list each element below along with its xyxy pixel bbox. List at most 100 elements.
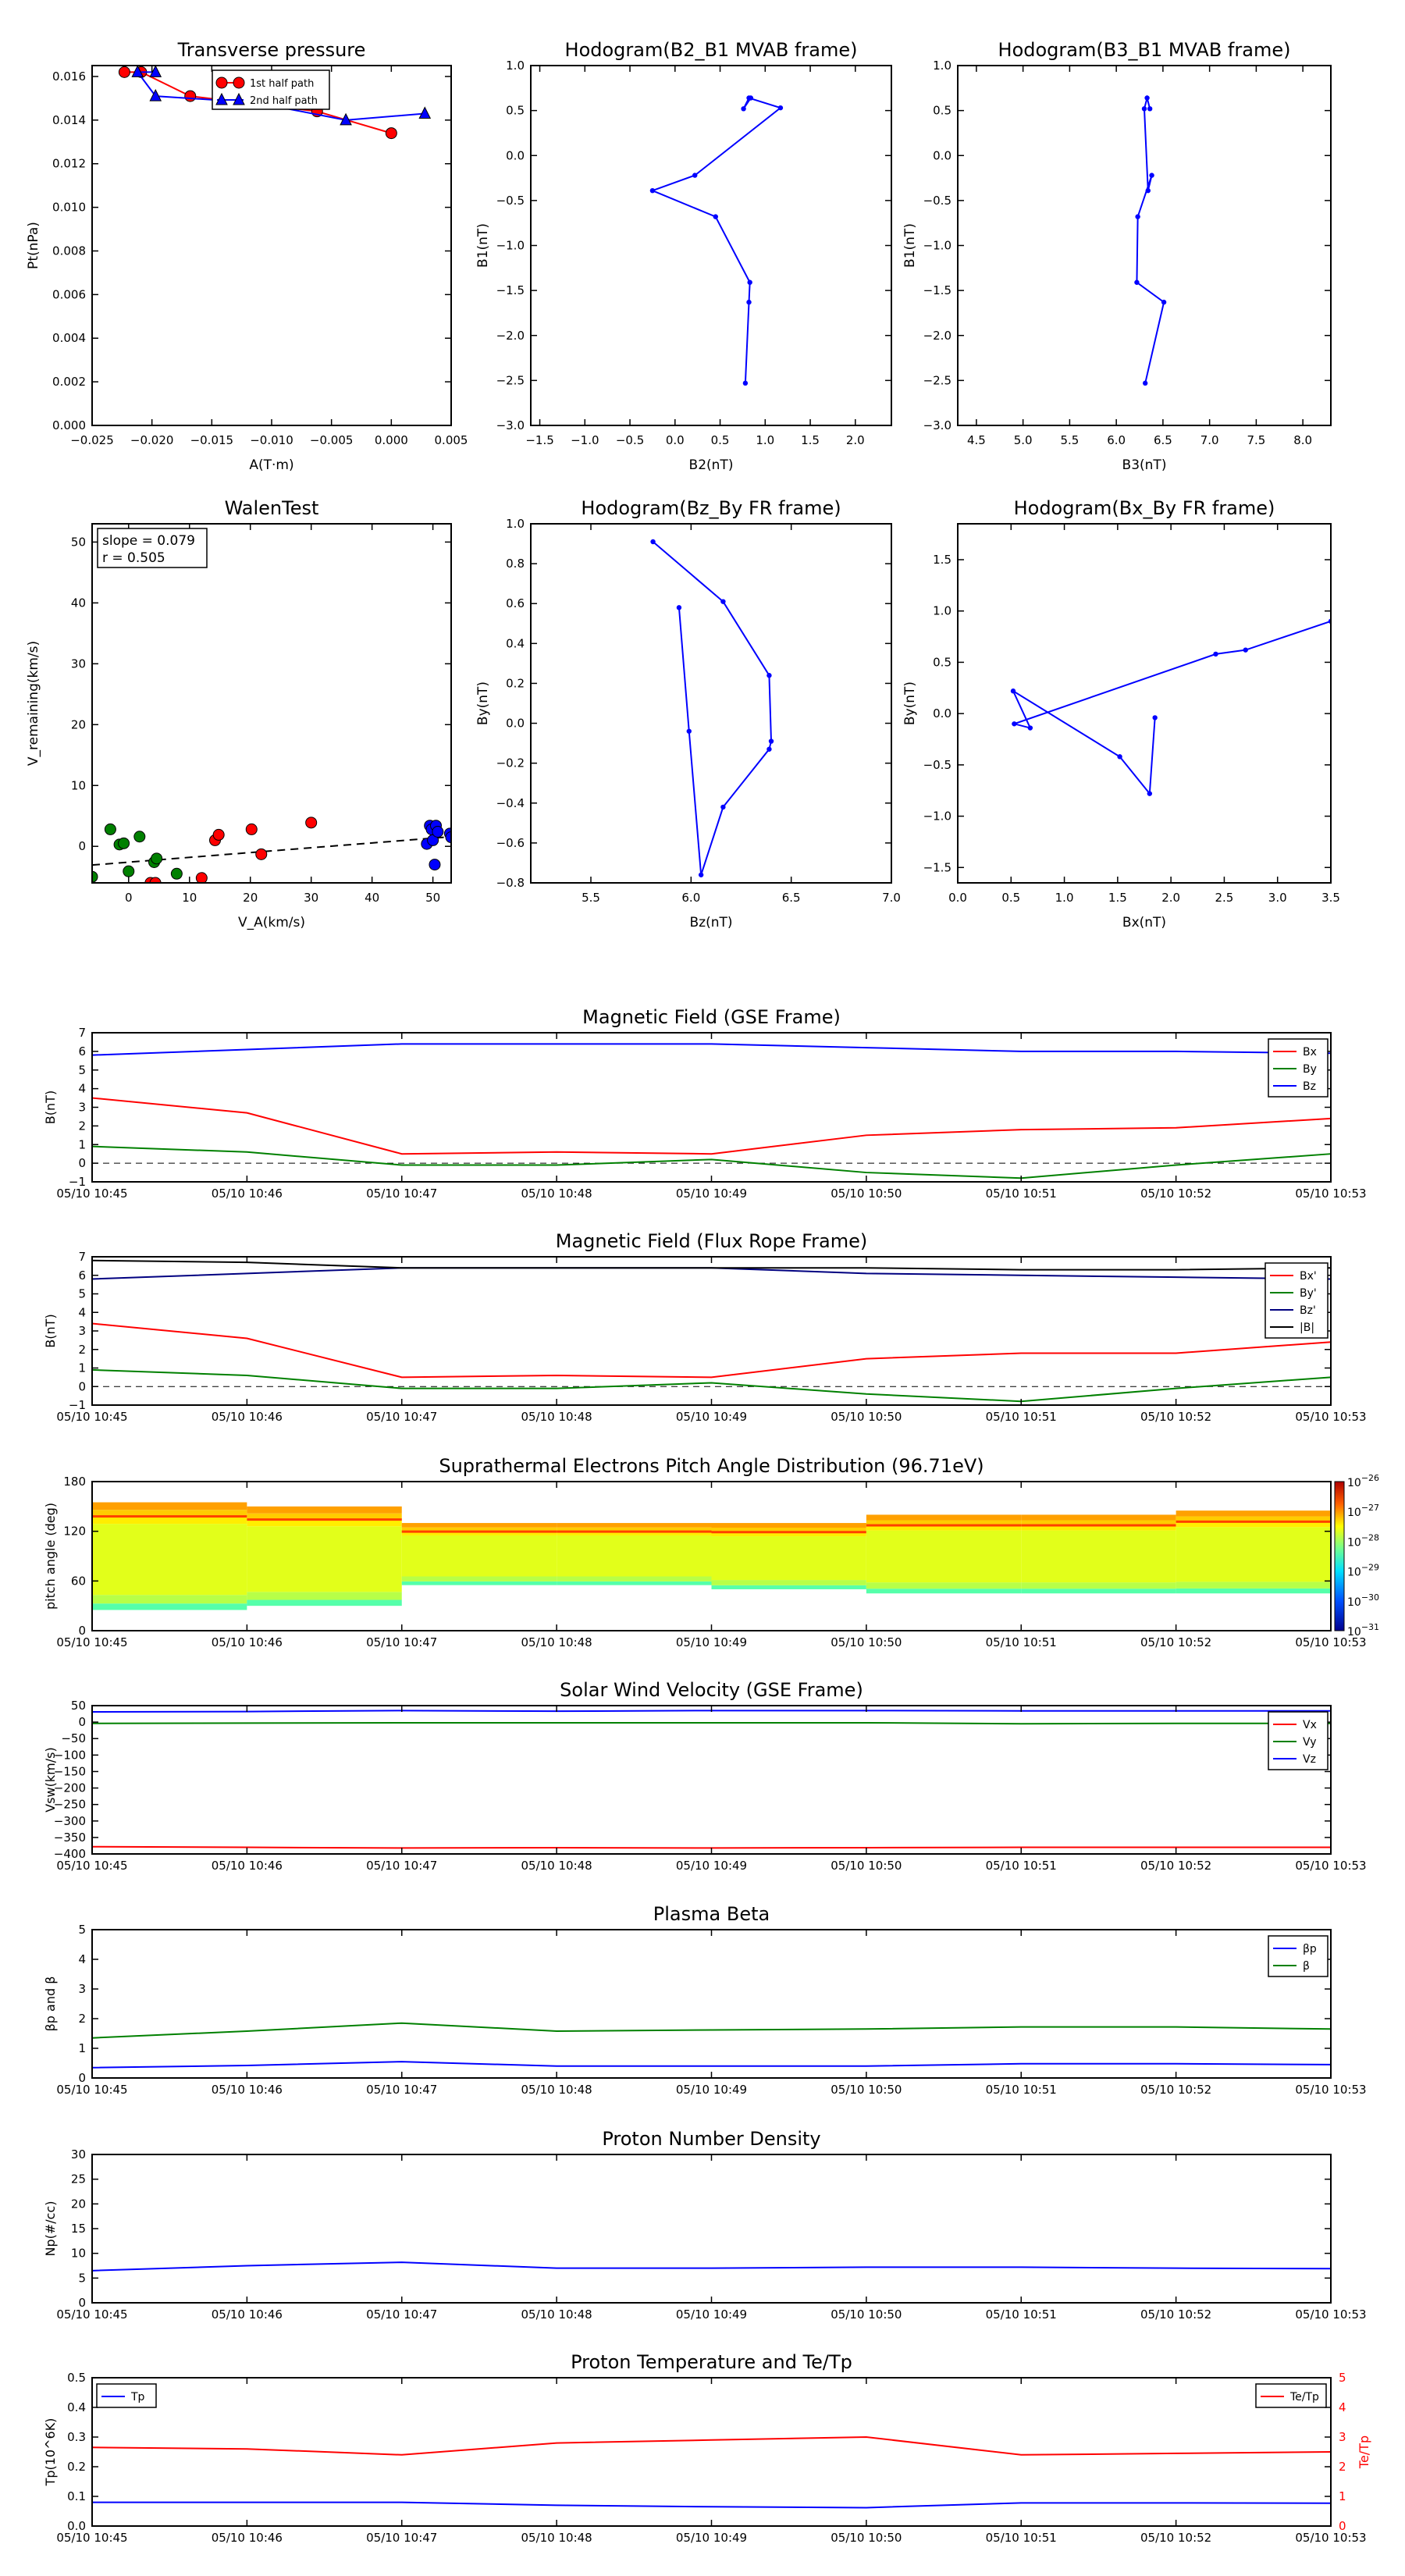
panel-4-ytick-label: 10 [71, 778, 86, 792]
panel-4-annotation-r: r = 0.505 [102, 550, 165, 566]
timeseries-3-cell [1176, 1582, 1331, 1589]
panel-4-series-2-point [133, 831, 146, 843]
timeseries-6-series-1-line [91, 2261, 1332, 2272]
panel-1-series-1-point [385, 127, 397, 140]
panel-6-xtick-label: 3.0 [1268, 891, 1287, 905]
panel-2-ytick-label: −1.0 [496, 239, 525, 253]
timeseries-7-y2tick-label: 4 [1339, 2400, 1346, 2414]
timeseries-1-ytick-label: 7 [78, 1026, 86, 1040]
timeseries-1-series-2-line [91, 1145, 1332, 1179]
timeseries-4-ytick-label: −250 [54, 1798, 86, 1812]
timeseries-6-ytick-label: 25 [71, 2172, 86, 2186]
timeseries-7-xtick-label: 05/10 10:51 [986, 2531, 1057, 2545]
timeseries-6-xtick-label: 05/10 10:46 [212, 2307, 283, 2322]
timeseries-3-ytick-label: 180 [63, 1475, 86, 1489]
panel-1-legend-label: 1st half path [250, 78, 314, 90]
timeseries-2-ytick-label: −1 [69, 1398, 86, 1412]
timeseries-6-xtick-label: 05/10 10:48 [521, 2307, 592, 2322]
panel-3-series-1-point [1145, 187, 1151, 194]
timeseries-1-xtick-label: 05/10 10:45 [56, 1187, 127, 1201]
panel-3-title: Hodogram(B3_B1 MVAB frame) [998, 39, 1291, 61]
timeseries-4-xtick-label: 05/10 10:53 [1295, 1859, 1366, 1873]
timeseries-3-cell [1176, 1588, 1331, 1594]
timeseries-3-xtick-label: 05/10 10:50 [831, 1635, 902, 1649]
timeseries-1-xtick-label: 05/10 10:51 [986, 1187, 1057, 1201]
panel-3-xtick-label: 5.0 [1014, 433, 1033, 447]
panel-4-fit-line [92, 835, 451, 866]
panel-2-ytick-label: 1.0 [506, 59, 525, 73]
timeseries-5-legend-label: β [1303, 1960, 1310, 1973]
panel-6-xtick-label: 0.5 [1001, 891, 1020, 905]
panel-4-ytick-label: 0 [78, 839, 86, 853]
timeseries-1-series-3-line [91, 1043, 1332, 1056]
panel-1-series-1-point [118, 66, 130, 78]
panel-5-ytick-label: 0.0 [506, 717, 525, 731]
panel-5-series-1-point [720, 599, 726, 604]
timeseries-5-legend-box [1268, 1935, 1329, 1977]
panel-3-xtick-label: 7.5 [1247, 433, 1265, 447]
panel-5-xtick-label: 7.0 [882, 891, 901, 905]
timeseries-7-xtick-label: 05/10 10:49 [676, 2531, 747, 2545]
panel-5-xtick-label: 5.5 [582, 891, 600, 905]
timeseries-6-xtick-label: 05/10 10:51 [986, 2307, 1057, 2322]
panel-1-series-2-point [418, 106, 432, 119]
timeseries-2-ytick-label: 6 [78, 1268, 86, 1283]
panel-2-series-1-point [741, 106, 746, 112]
panel-2-series-1-point [649, 187, 656, 194]
panel-2-xlabel: B2(nT) [689, 457, 734, 473]
timeseries-2-ytick-label: 7 [78, 1250, 86, 1264]
timeseries-2-ylabel: B(nT) [43, 1314, 58, 1347]
timeseries-6-title: Proton Number Density [602, 2128, 820, 2150]
panel-4-xtick-label: 20 [243, 891, 258, 905]
timeseries-7-ytick-label: 0.1 [67, 2489, 86, 2503]
panel-6-ytick-label: −1.5 [923, 860, 951, 874]
timeseries-3-colorbar [1334, 1481, 1345, 1631]
timeseries-3-colorbar-exponent: −26 [1361, 1473, 1379, 1483]
timeseries-2-series-2-line [91, 1368, 1332, 1403]
panel-3-xtick-label: 8.0 [1293, 433, 1312, 447]
timeseries-5-ytick-label: 1 [78, 2041, 86, 2055]
timeseries-2-xtick-label: 05/10 10:46 [212, 1410, 283, 1424]
panel-3-ytick-label: −0.5 [923, 194, 951, 208]
timeseries-7-xtick-label: 05/10 10:46 [212, 2531, 283, 2545]
timeseries-4-legend-label: Vy [1303, 1736, 1317, 1749]
timeseries-7-y2tick-label: 3 [1339, 2430, 1346, 2444]
timeseries-2-xtick-label: 05/10 10:45 [56, 1410, 127, 1424]
timeseries-2-legend-label: Bz' [1300, 1304, 1316, 1317]
panel-2-xtick-label: 1.5 [801, 433, 820, 447]
panel-6: 0.0 0.5 1.0 1.5 2.0 2.5 3.0 3.5 −1.5 −1.0 −0.5 0.0 0… [902, 497, 1340, 930]
panel-3-series-1-point [1147, 106, 1153, 112]
panel-5-series-1-point [698, 872, 704, 877]
panel-3-ytick-label: 0.5 [933, 104, 951, 118]
panel-3-ytick-label: 0.0 [933, 148, 951, 162]
timeseries-1-legend-label: By [1303, 1063, 1317, 1076]
panel-3-ylabel: B1(nT) [902, 223, 918, 268]
timeseries-7: 05/10 10:45 05/10 10:46 05/10 10:47 05/10 1… [43, 2351, 1371, 2545]
timeseries-3-ytick-label: 120 [63, 1525, 86, 1539]
timeseries-6-ylabel: Np(#/cc) [43, 2201, 58, 2257]
timeseries-5-xtick-label: 05/10 10:47 [366, 2083, 437, 2097]
timeseries-7-ylabel: Tp(10^6K) [43, 2418, 58, 2487]
panel-3-series-1-point [1141, 106, 1147, 112]
timeseries-1-ytick-label: 0 [78, 1156, 86, 1170]
timeseries-7-title: Proton Temperature and Te/Tp [571, 2351, 852, 2373]
panel-4-ytick-label: 20 [71, 717, 86, 731]
timeseries-3-cell [92, 1603, 247, 1610]
timeseries-2-xtick-label: 05/10 10:51 [986, 1410, 1057, 1424]
panel-5-ytick-label: 0.2 [506, 676, 525, 690]
timeseries-4-ytick-label: −100 [54, 1748, 86, 1762]
panel-3-plot-area [1134, 94, 1167, 386]
panel-6-ytick-label: 0.0 [933, 706, 951, 720]
timeseries-3-cell-peak [92, 1515, 247, 1518]
panel-5-series-1-point [676, 605, 682, 610]
panel-6-xtick-label: 3.5 [1321, 891, 1340, 905]
panel-6-plot-area [1010, 618, 1331, 796]
panel-1-legend-marker [215, 76, 228, 89]
panel-4-series-1-point [212, 828, 225, 841]
timeseries-7-series-1-line [92, 2501, 1332, 2509]
timeseries-4-ytick-label: −50 [61, 1731, 86, 1745]
timeseries-3-cell [866, 1514, 1022, 1521]
panel-6-ytick-label: 1.5 [933, 553, 951, 567]
panel-4-series-3-point [429, 859, 441, 871]
timeseries-1-xtick-label: 05/10 10:49 [676, 1187, 747, 1201]
